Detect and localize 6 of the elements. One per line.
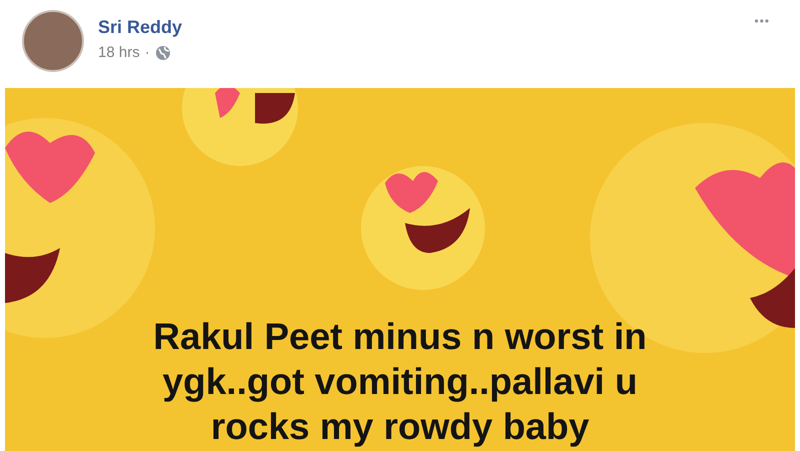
more-options-button[interactable]: ••• bbox=[754, 12, 770, 30]
globe-icon bbox=[154, 45, 171, 62]
separator: · bbox=[144, 43, 150, 63]
post-time[interactable]: 18 hrs bbox=[98, 42, 140, 64]
image-caption: Rakul Peet minus n worst in ygk..got vomiting..pallavi u rocks my rowdy baby bbox=[153, 315, 647, 449]
author-name[interactable]: Sri Reddy bbox=[98, 16, 182, 38]
